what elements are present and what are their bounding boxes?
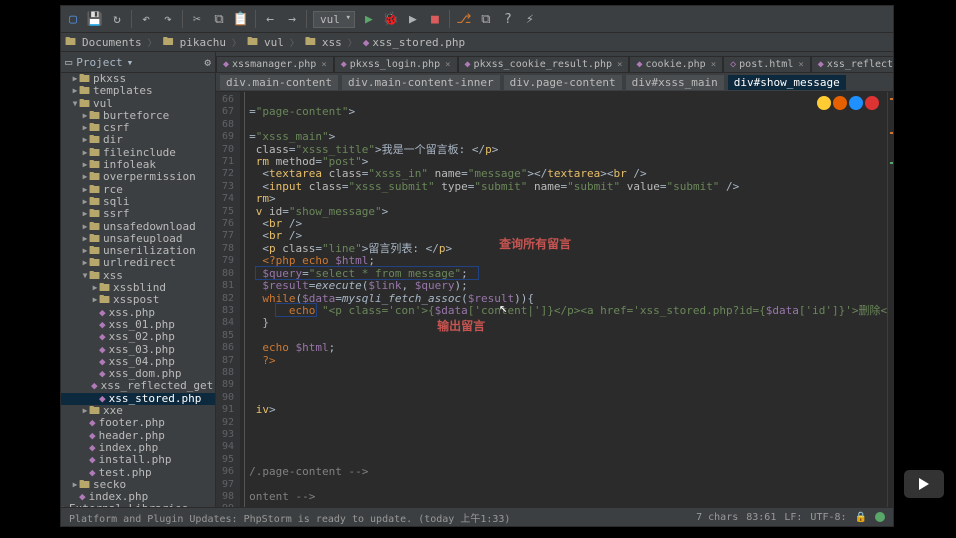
firefox-icon[interactable] [833,96,847,110]
lightning-icon[interactable]: ⚡ [522,11,538,27]
code-text[interactable]: ="page-content"> ="xsss_main"> class="xs… [245,92,887,507]
tree-node[interactable]: ◆test.php [61,467,215,479]
main-toolbar: ▢ 💾 ↻ ↶ ↷ ✂ ⧉ 📋 ← → vul ▶ 🐞 ▶ ■ ⎇ ⧉ ? ⚡ [61,6,893,33]
tree-node[interactable]: ◆xss_reflected_get.php [61,380,215,392]
crumb[interactable]: 🖿xss [305,33,342,52]
project-pane: ▭ Project ▾ ⚙ ▶🖿pkxss▶🖿templates▼🖿vul▶🖿b… [61,52,216,507]
crumb[interactable]: 🖿vul [247,33,284,52]
stop-icon[interactable]: ■ [427,11,443,27]
dropdown-icon[interactable]: ▾ [127,56,134,69]
undo-icon[interactable]: ↶ [138,11,154,27]
status-pos[interactable]: 83:61 [746,512,776,523]
tree-node[interactable]: ▶🖿csrf [61,122,215,134]
project-header[interactable]: ▭ Project ▾ ⚙ [61,52,215,73]
editor-tab[interactable]: ◆cookie.php× [629,56,723,72]
editor-area: ◆xssmanager.php×◆pkxss_login.php×◆pkxss_… [216,52,893,507]
run-icon[interactable]: ▶ [361,11,377,27]
redo-icon[interactable]: ↷ [160,11,176,27]
error-stripe[interactable] [887,92,893,507]
struct-crumb[interactable]: div#xsss_main [626,75,724,90]
editor-tab[interactable]: ◇post.html× [723,56,811,72]
analysis-ok-icon[interactable] [875,512,885,522]
chrome-icon[interactable] [817,96,831,110]
struct-crumb[interactable]: div.page-content [504,75,622,90]
tree-node[interactable]: ▶🖿ssrf [61,208,215,220]
ssh-icon[interactable]: ⧉ [478,11,494,27]
crumb[interactable]: 🖿Documents [65,33,142,52]
cut-icon[interactable]: ✂ [189,11,205,27]
save-icon[interactable]: 💾 [87,11,103,27]
open-icon[interactable]: ▢ [65,11,81,27]
editor-tab[interactable]: ◆pkxss_login.php× [334,56,458,72]
run-config-select[interactable]: vul [313,11,355,28]
video-play-icon[interactable] [904,470,944,498]
ide-window: ▢ 💾 ↻ ↶ ↷ ✂ ⧉ 📋 ← → vul ▶ 🐞 ▶ ■ ⎇ ⧉ ? ⚡ … [60,5,894,527]
editor-tabs: ◆xssmanager.php×◆pkxss_login.php×◆pkxss_… [216,52,893,73]
highlight-box [275,303,317,317]
coverage-icon[interactable]: ▶ [405,11,421,27]
project-label: Project [76,56,122,69]
status-bar: Platform and Plugin Updates: PhpStorm is… [61,507,893,526]
highlight-box [255,266,479,280]
ie-icon[interactable] [849,96,863,110]
sync-icon[interactable]: ↻ [109,11,125,27]
annotation: 输出留言 [437,320,485,332]
editor-tab[interactable]: ◆pkxss_cookie_result.php× [458,56,630,72]
editor-tab[interactable]: ◆xssmanager.php× [216,56,334,72]
gutter: 66 67 68 69 70 71 72 73 74 75 76 77 78 7… [216,92,240,507]
copy-icon[interactable]: ⧉ [211,11,227,27]
tree-node[interactable]: ▶🖿unsafedownload [61,221,215,233]
tree-node[interactable]: ◆xss_03.php [61,344,215,356]
lock-icon[interactable]: 🔒 [855,512,867,523]
tree-node[interactable]: ▶🖿dir [61,134,215,146]
forward-icon[interactable]: → [284,11,300,27]
status-chars: 7 chars [696,512,738,523]
structure-breadcrumbs: div.main-content div.main-content-inner di… [216,73,893,92]
tree-node[interactable]: ▶🖿sqli [61,196,215,208]
separator [182,10,183,28]
struct-crumb[interactable]: div#show_message [728,75,846,90]
help-icon[interactable]: ? [500,11,516,27]
opera-icon[interactable] [865,96,879,110]
status-lf[interactable]: LF: [784,512,802,523]
browser-preview[interactable] [817,96,879,110]
tree-node[interactable]: ▶🖿burteforce [61,110,215,122]
annotation: 查询所有留言 [499,238,571,250]
tree-node[interactable]: ◆xss_02.php [61,331,215,343]
editor-tab[interactable]: ◆xss_reflected_get.php× [811,56,893,72]
project-icon: ▭ [65,55,72,69]
path-breadcrumbs: 🖿Documents〉🖿pikachu〉🖿vul〉🖿xss〉◆xss_store… [61,33,893,52]
status-enc[interactable]: UTF-8: [810,512,846,523]
tree-node[interactable]: ▶🖿rce [61,184,215,196]
struct-crumb[interactable]: div.main-content-inner [342,75,500,90]
tree-node[interactable]: ◆install.php [61,454,215,466]
paste-icon[interactable]: 📋 [233,11,249,27]
separator [306,10,307,28]
struct-crumb[interactable]: div.main-content [220,75,338,90]
back-icon[interactable]: ← [262,11,278,27]
main-split: ▭ Project ▾ ⚙ ▶🖿pkxss▶🖿templates▼🖿vul▶🖿b… [61,52,893,507]
tree-node[interactable]: ◆footer.php [61,417,215,429]
tree-node[interactable]: ▶🖿xsspost [61,294,215,306]
separator [255,10,256,28]
crumb[interactable]: 🖿pikachu [163,33,226,52]
tree-node[interactable]: ▶🖿templates [61,85,215,97]
debug-icon[interactable]: 🐞 [383,11,399,27]
project-tree[interactable]: ▶🖿pkxss▶🖿templates▼🖿vul▶🖿burteforce▶🖿csr… [61,73,215,507]
code-area[interactable]: 66 67 68 69 70 71 72 73 74 75 76 77 78 7… [216,92,893,507]
status-msg: Platform and Plugin Updates: PhpStorm is… [69,510,510,525]
separator [449,10,450,28]
tree-node[interactable]: ▶🖿overpermission [61,171,215,183]
vcs-icon[interactable]: ⎇ [456,11,472,27]
tree-node[interactable]: ▶🖿urlredirect [61,257,215,269]
crumb[interactable]: ◆xss_stored.php [363,36,465,49]
separator [131,10,132,28]
tree-node[interactable]: ◆xss_stored.php [61,393,215,405]
gear-icon[interactable]: ⚙ [204,56,211,69]
